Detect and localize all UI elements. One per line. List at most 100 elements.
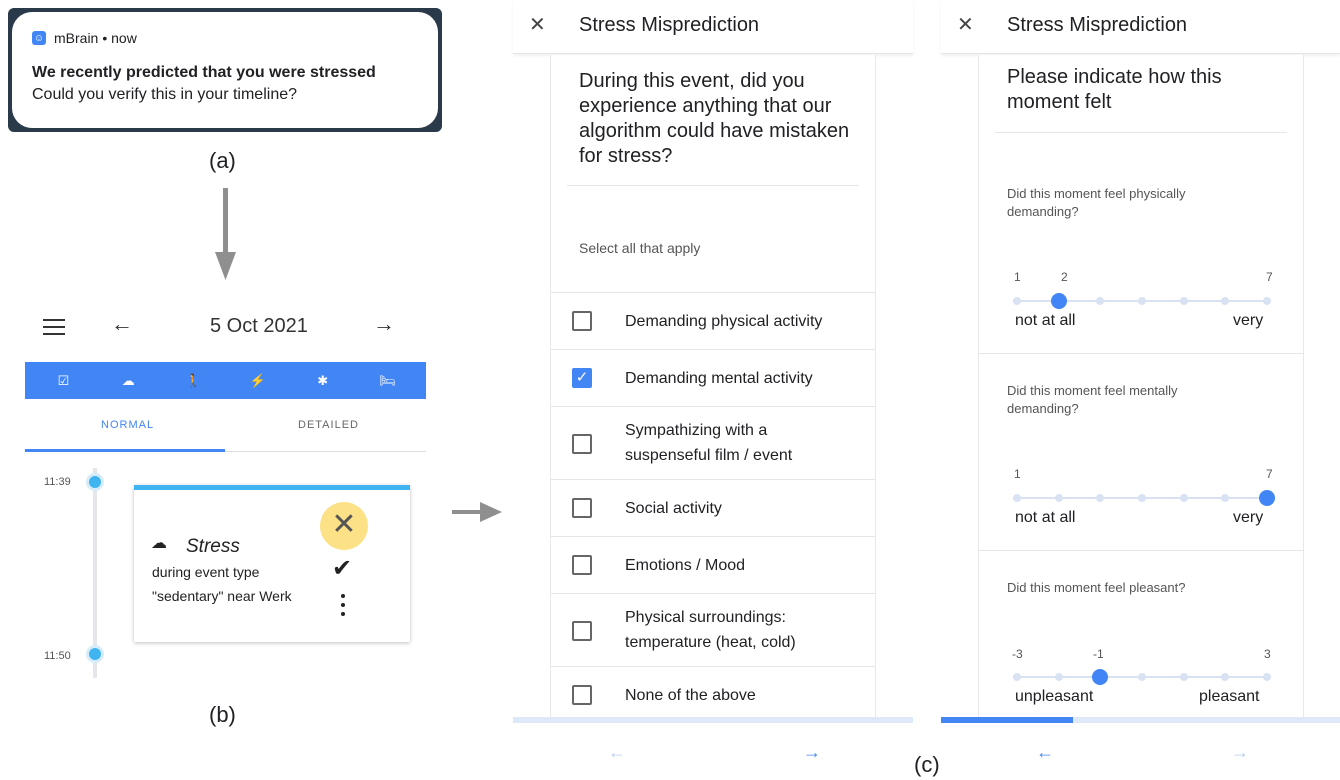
slider-step[interactable]	[1138, 494, 1146, 502]
option-row[interactable]: Demanding physical activity	[551, 292, 875, 349]
checkbox[interactable]	[572, 434, 592, 454]
slider-step[interactable]	[1096, 297, 1105, 305]
rating-question: Did this moment feel pleasant?	[1007, 580, 1186, 595]
down-arrow-icon	[215, 188, 236, 280]
next-arrow-icon[interactable]: →	[803, 742, 821, 763]
menu-icon[interactable]	[43, 319, 65, 335]
option-label: Emotions / Mood	[625, 557, 746, 574]
tab-detailed[interactable]: DETAILED	[298, 419, 359, 431]
timeline-time: 11:50	[44, 650, 71, 662]
question-heading: During this event, did you experience an…	[579, 70, 850, 167]
app-bar: ✕ Stress Misprediction	[513, 0, 913, 54]
scale-high-label: very	[1233, 312, 1264, 329]
tab-active-indicator	[25, 449, 225, 452]
asterisk-icon[interactable]: ✱	[308, 373, 338, 389]
timeline-dot	[86, 473, 104, 491]
previous-arrow-icon[interactable]: ←	[1036, 742, 1054, 763]
stress-cloud-icon[interactable]: ☁	[113, 373, 143, 389]
next-arrow-icon[interactable]: →	[1231, 742, 1249, 763]
category-icon-bar: ☑ ☁ 🚶 ⚡ ✱ 🛏	[25, 362, 426, 399]
checkbox[interactable]	[572, 621, 592, 641]
caption-a: (a)	[209, 148, 236, 173]
slider-step[interactable]	[1013, 494, 1021, 502]
slider-step[interactable]	[1096, 494, 1105, 502]
previous-arrow-icon[interactable]: ←	[608, 742, 626, 763]
option-row[interactable]: Sympathizing with a suspenseful film / e…	[551, 406, 875, 479]
rating-question: Did this moment feel physically demandin…	[1007, 186, 1186, 219]
progress-bar	[513, 717, 913, 723]
previous-day-arrow-icon[interactable]: ←	[111, 311, 133, 337]
slider-step[interactable]	[1263, 297, 1271, 305]
stress-event-card[interactable]: ☁ Stress during event type "sedentary" n…	[134, 485, 410, 642]
slider-step[interactable]	[1138, 673, 1146, 681]
option-row[interactable]: ✓ Demanding mental activity	[551, 349, 875, 406]
slider-thumb[interactable]	[1050, 293, 1067, 309]
more-options-icon[interactable]	[341, 594, 345, 621]
slider-step[interactable]	[1013, 673, 1021, 681]
slider-thumb[interactable]	[1092, 669, 1109, 685]
option-row[interactable]: None of the above	[551, 666, 875, 717]
survey-body: During this event, did you experience an…	[550, 55, 876, 717]
option-label: Demanding physical activity	[625, 313, 823, 330]
checkbox[interactable]	[572, 555, 592, 575]
slider-step[interactable]	[1221, 297, 1230, 305]
rating-question: Did this moment feel mentally demanding?	[1007, 383, 1178, 416]
scale-high-label: pleasant	[1199, 688, 1260, 705]
slider-step[interactable]	[1054, 673, 1063, 681]
slider-step[interactable]	[1221, 494, 1230, 502]
checkbox[interactable]	[572, 685, 592, 705]
event-description-line: "sedentary" near Werk	[152, 588, 292, 604]
option-label: Demanding mental activity	[625, 370, 813, 387]
app-icon: ☺	[32, 31, 46, 45]
scale-min-tick: -3	[1012, 647, 1023, 661]
slider-step[interactable]	[1179, 297, 1188, 305]
bed-icon[interactable]: 🛏	[373, 373, 403, 389]
option-row[interactable]: Physical surroundings: temperature (heat…	[551, 593, 875, 666]
slider-step[interactable]	[1263, 673, 1271, 681]
option-row[interactable]: Emotions / Mood	[551, 536, 875, 593]
option-label: Physical surroundings: temperature (heat…	[625, 609, 796, 651]
event-title: Stress	[186, 536, 240, 557]
slider-thumb[interactable]	[1259, 490, 1275, 506]
slider-step[interactable]	[1138, 297, 1146, 305]
scale-low-label: not at all	[1015, 312, 1076, 329]
divider	[567, 185, 859, 186]
scale-selected-tick: -1	[1093, 647, 1104, 661]
rating-slider[interactable]	[1013, 293, 1271, 309]
view-tabs: NORMAL DETAILED	[25, 399, 426, 453]
reject-x-icon[interactable]: ✕	[320, 502, 368, 550]
lightning-icon[interactable]: ⚡	[243, 373, 273, 389]
slider-step[interactable]	[1013, 297, 1021, 305]
rating-slider[interactable]	[1013, 669, 1271, 685]
checkbox[interactable]	[572, 311, 592, 331]
slider-step[interactable]	[1221, 673, 1230, 681]
screen-title: Stress Misprediction	[579, 14, 760, 36]
tab-normal[interactable]: NORMAL	[101, 419, 154, 431]
notification-card[interactable]: ☺ mBrain • now We recently predicted tha…	[12, 12, 438, 128]
notification-body: Could you verify this in your timeline?	[32, 86, 298, 103]
option-row[interactable]: Social activity	[551, 479, 875, 536]
close-icon[interactable]: ✕	[529, 12, 546, 37]
close-icon[interactable]: ✕	[957, 12, 974, 37]
progress-bar	[941, 717, 1340, 723]
next-day-arrow-icon[interactable]: →	[373, 311, 395, 337]
notification-app-name: mBrain	[54, 30, 99, 46]
checkbox-checked[interactable]: ✓	[572, 368, 592, 388]
confirm-check-icon[interactable]: ✔	[332, 554, 352, 583]
section-heading: Please indicate how this moment felt	[1007, 66, 1222, 113]
divider	[979, 353, 1303, 354]
timeline-header: ← 5 Oct 2021 →	[25, 305, 426, 349]
screen-title: Stress Misprediction	[1007, 14, 1188, 36]
timeline-dot	[86, 645, 104, 663]
slider-step[interactable]	[1179, 494, 1188, 502]
divider	[995, 132, 1287, 133]
rating-slider[interactable]	[1013, 490, 1275, 506]
scale-min-tick: 1	[1014, 467, 1021, 481]
stress-cloud-icon: ☁	[151, 535, 167, 552]
slider-step[interactable]	[1179, 673, 1188, 681]
checklist-icon[interactable]: ☑	[48, 373, 78, 389]
checkbox[interactable]	[572, 498, 592, 518]
slider-step[interactable]	[1054, 494, 1063, 502]
event-description-line: during event type	[152, 564, 260, 580]
walking-icon[interactable]: 🚶	[178, 373, 208, 389]
